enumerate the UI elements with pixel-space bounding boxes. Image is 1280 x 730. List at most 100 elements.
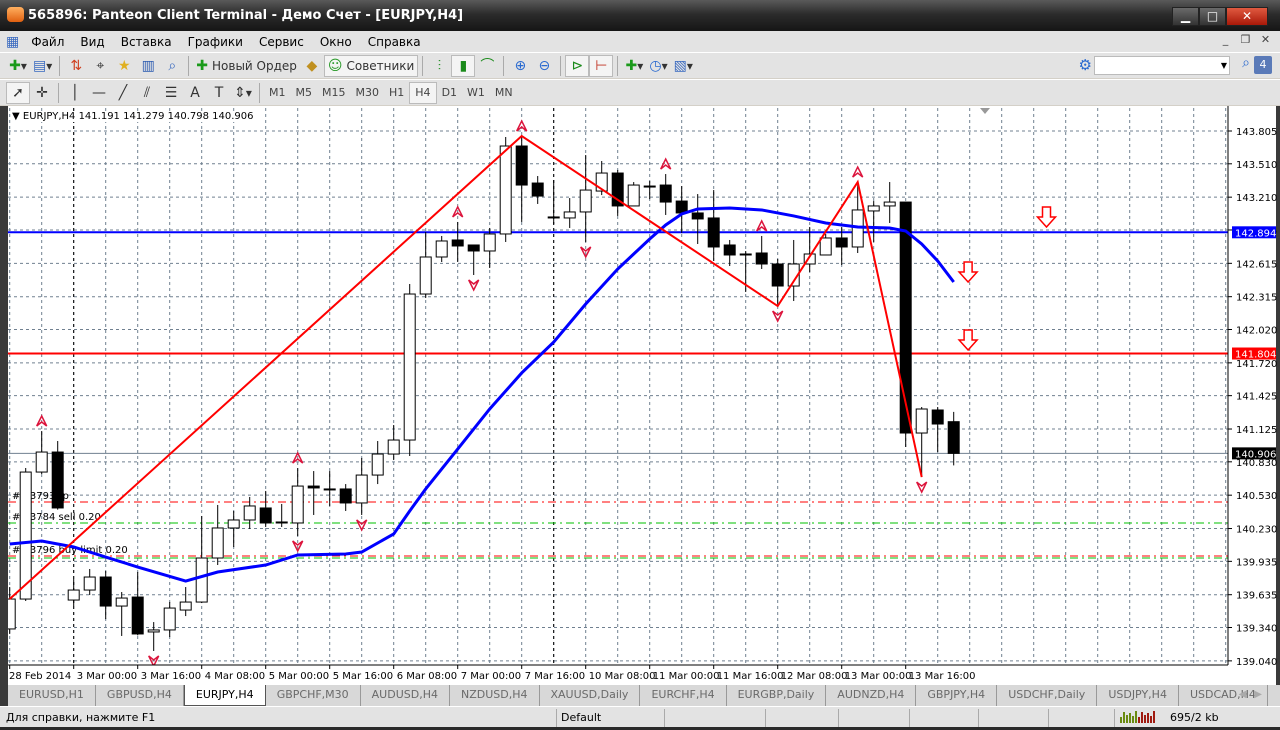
template-icon: ▧ — [673, 57, 687, 74]
chart-tab[interactable]: EURGBP,Daily — [727, 685, 827, 706]
star-folder-icon: ★ — [117, 57, 131, 74]
line-chart-button[interactable]: ⌒ — [475, 55, 499, 77]
candlestick-button[interactable]: ▮ — [451, 54, 476, 77]
maximize-button[interactable]: □ — [1199, 7, 1226, 26]
arrows-tool[interactable]: ⇕ ▾ — [231, 82, 255, 104]
candle-body — [499, 145, 512, 235]
candle-body — [195, 557, 208, 603]
crosshair-target-icon: ⌖ — [96, 57, 105, 74]
text-tool[interactable]: A — [183, 82, 207, 104]
chart-tab[interactable]: USDCHF,Daily — [997, 685, 1098, 706]
indicators-button[interactable]: ✚ ▾ — [622, 55, 646, 77]
search-dropdown-icon[interactable]: ▼ — [1218, 56, 1230, 75]
chart-tab[interactable]: XAUUSD,Daily — [540, 685, 641, 706]
timeframe-h1[interactable]: H1 — [384, 82, 409, 104]
chart-window-icon[interactable]: ▦ — [6, 35, 19, 49]
mdi-restore-button[interactable]: ❐ — [1237, 33, 1254, 49]
templates-button[interactable]: ▧ ▾ — [671, 55, 696, 77]
chart-tab[interactable]: AUDUSD,H4 — [361, 685, 450, 706]
fractal-down-icon — [468, 279, 480, 292]
cursor-tool[interactable]: ➚ — [6, 81, 30, 104]
text-label-tool[interactable]: T — [207, 82, 231, 104]
app-icon — [7, 7, 24, 22]
data-window-button[interactable]: ⌖ — [88, 55, 112, 77]
minimize-button[interactable]: ▁ — [1172, 7, 1199, 26]
fibonacci-tool[interactable]: ☰ — [159, 82, 183, 104]
menu-view[interactable]: Вид — [72, 35, 112, 49]
crosshair-tool[interactable]: ✛ — [30, 82, 54, 104]
menu-insert[interactable]: Вставка — [113, 35, 180, 49]
new-order-button[interactable]: ✚ Новый Ордер — [193, 55, 300, 77]
menu-charts[interactable]: Графики — [180, 35, 251, 49]
timeframe-m30[interactable]: M30 — [351, 82, 385, 104]
bar-chart-button[interactable]: ⫶ — [427, 55, 451, 77]
connection-status-icon[interactable] — [1120, 711, 1155, 723]
menu-help[interactable]: Справка — [360, 35, 429, 49]
periods-button[interactable]: ◷ ▾ — [646, 55, 670, 77]
zoom-in-button[interactable]: ⊕ — [508, 55, 532, 77]
search-input[interactable] — [1094, 56, 1230, 75]
terminal-button[interactable]: ▥ — [136, 55, 160, 77]
chart-tab[interactable]: EURUSD,H1 — [8, 685, 96, 706]
menu-tools[interactable]: Сервис — [251, 35, 312, 49]
chart-tab[interactable]: AUDNZD,H4 — [826, 685, 917, 706]
candle-body — [659, 184, 672, 203]
experts-button[interactable]: ☺ Советники — [323, 54, 419, 77]
candle-body — [131, 596, 144, 635]
vertical-line-tool[interactable]: │ — [63, 82, 87, 104]
timeframe-h4[interactable]: H4 — [409, 81, 437, 104]
chart-shift-button[interactable]: ⊢ — [589, 54, 614, 77]
timeframe-d1[interactable]: D1 — [437, 82, 462, 104]
profiles-button[interactable]: ▤ ▾ — [30, 55, 55, 77]
zoom-out-button[interactable]: ⊖ — [532, 55, 556, 77]
price-chart[interactable]: # 33793 tp# 33784 sell 0.20# 33796 buy l… — [0, 106, 1280, 686]
chart-tab[interactable]: NZDUSD,H4 — [450, 685, 540, 706]
timeframe-mn[interactable]: MN — [490, 82, 518, 104]
candle-body — [243, 505, 256, 521]
timeframe-m15[interactable]: M15 — [317, 82, 351, 104]
search-icon[interactable]: ⌕ — [1242, 55, 1250, 71]
price-tick-label: 143.210 — [1236, 193, 1277, 204]
equidistant-channel-tool[interactable]: ⫽ — [135, 82, 159, 104]
candle-body — [451, 239, 464, 247]
trendline-tool[interactable]: ╱ — [111, 82, 135, 104]
time-tick-label: 6 Mar 08:00 — [397, 671, 457, 682]
chart-tab[interactable]: GBPUSD,H4 — [96, 685, 184, 706]
candle-body — [403, 293, 416, 441]
menu-bar: ▦ Файл Вид Вставка Графики Сервис Окно С… — [0, 31, 1280, 52]
collapse-triangle-icon[interactable]: ▼ — [12, 111, 23, 122]
horizontal-line-tool[interactable]: — — [87, 82, 111, 104]
market-watch-button[interactable]: ⇅ — [64, 55, 88, 77]
timeframe-m5[interactable]: M5 — [291, 82, 318, 104]
tab-scroll-arrows[interactable]: ◀▶ — [1239, 689, 1270, 700]
notifications-badge[interactable]: 4 — [1254, 56, 1272, 74]
close-button[interactable]: ✕ — [1226, 7, 1268, 26]
fractal-up-icon — [756, 219, 768, 232]
timeframe-m1[interactable]: M1 — [264, 82, 291, 104]
price-level-label: 140.906 — [1235, 449, 1276, 460]
candle-body — [707, 217, 720, 248]
menu-file[interactable]: Файл — [23, 35, 72, 49]
mdi-close-button[interactable]: ✕ — [1257, 33, 1274, 49]
time-tick-label: 3 Mar 16:00 — [141, 671, 201, 682]
settings-gear-icon[interactable]: ⚙ — [1079, 56, 1092, 74]
candle-body — [883, 201, 896, 207]
horizontal-line-icon: — — [92, 84, 106, 101]
menu-window[interactable]: Окно — [312, 35, 360, 49]
timeframe-w1[interactable]: W1 — [462, 82, 490, 104]
chart-tab[interactable]: EURJPY,H4 — [183, 685, 266, 706]
mdi-minimize-button[interactable]: _ — [1217, 33, 1234, 49]
chart-tab[interactable]: USDJPY,H4 — [1097, 685, 1179, 706]
chart-tab[interactable]: GBPJPY,H4 — [916, 685, 998, 706]
chart-tab[interactable]: EURCHF,H4 — [640, 685, 727, 706]
new-chart-button[interactable]: ✚ ▾ — [6, 55, 30, 77]
metaeditor-button[interactable]: ◆ — [300, 55, 324, 77]
candle-body — [291, 485, 304, 524]
price-tick-label: 139.635 — [1236, 591, 1277, 602]
candle-body — [307, 485, 320, 489]
autoscroll-button[interactable]: ⊳ — [565, 54, 590, 77]
price-tick-label: 142.315 — [1236, 293, 1277, 304]
navigator-button[interactable]: ★ — [112, 55, 136, 77]
tester-button[interactable]: ⌕ — [160, 55, 184, 77]
chart-tab[interactable]: GBPCHF,M30 — [266, 685, 361, 706]
